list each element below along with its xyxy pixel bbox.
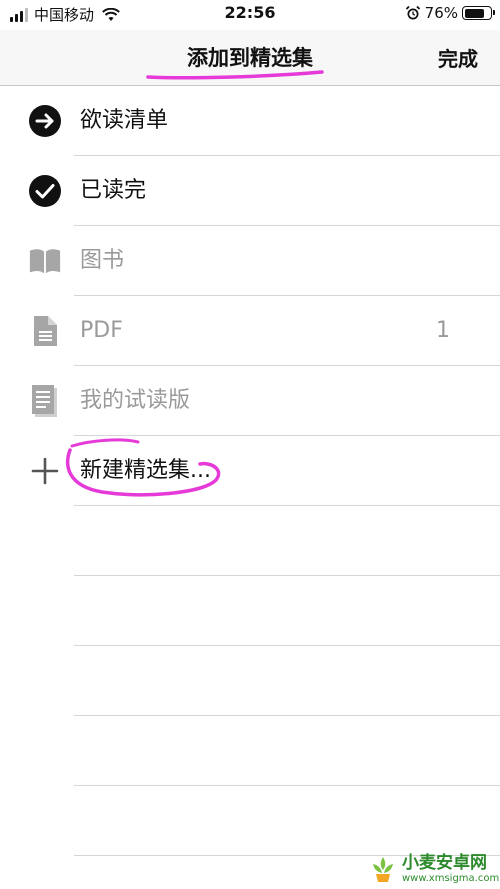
empty-row [0,646,500,716]
status-bar: 中国移动 22:56 76% [0,0,500,30]
watermark-logo-icon [373,857,393,882]
checkmark-circle-icon [28,174,62,208]
annotation-underline [146,70,324,80]
empty-row [0,576,500,646]
navigation-bar: 添加到精选集 完成 [0,30,500,86]
list-item-my-samples: 我的试读版 [0,366,500,436]
watermark-name: 小麦安卓网 [402,852,487,873]
sample-pages-icon [28,384,62,418]
done-button[interactable]: 完成 [438,43,478,72]
empty-row [0,786,500,856]
list-item-finished[interactable]: 已读完 [0,156,500,226]
list-item-label: 欲读清单 [80,108,169,133]
watermark-url: www.xmsigma.com [402,872,500,884]
item-count: 1 [436,318,450,343]
list-item-pdf: PDF 1 [0,296,500,366]
watermark: 小麦安卓网 www.xmsigma.com [368,849,500,889]
document-icon [28,314,62,348]
list-item-want-to-read[interactable]: 欲读清单 [0,86,500,156]
battery-percent: 76% [424,4,458,22]
list-item-label: PDF [80,318,123,343]
battery-level [464,8,484,18]
status-right: 76% [405,4,495,22]
plus-icon [28,454,62,488]
list-item-label: 已读完 [80,178,147,203]
list-item-label: 图书 [80,248,125,273]
watermark-text: 小麦安卓网 www.xmsigma.com [402,852,500,884]
annotation-circle [65,438,221,497]
list-item-label: 我的试读版 [80,388,191,413]
book-icon [28,244,62,278]
empty-row [0,506,500,576]
battery-icon [462,6,495,20]
empty-row [0,716,500,786]
arrow-right-circle-icon [28,104,62,138]
alarm-icon [405,5,420,20]
list-item-books: 图书 [0,226,500,296]
